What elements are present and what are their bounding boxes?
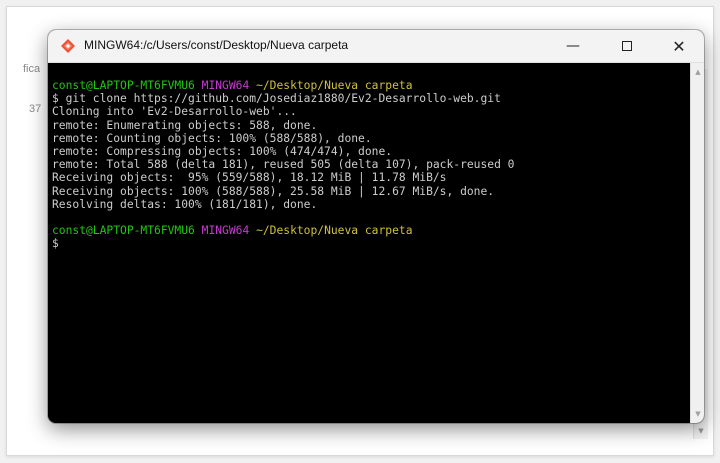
input-line[interactable]: $ [52, 237, 690, 250]
terminal-scrollbar[interactable]: ▲ ▼ [690, 63, 704, 423]
output-line: remote: Enumerating objects: 588, done. [52, 118, 318, 132]
prompt-user: const@LAPTOP-MT6FVMU6 [52, 224, 195, 238]
prompt-user: const@LAPTOP-MT6FVMU6 [52, 79, 195, 92]
output-line: remote: Total 588 (delta 181), reused 50… [52, 158, 515, 172]
prompt-path: ~/Desktop/Nueva carpeta [256, 224, 413, 238]
command-line: $ git clone https://github.com/Josediaz1… [52, 92, 501, 106]
minimize-icon: — [566, 38, 580, 54]
prompt-line: const@LAPTOP-MT6FVMU6 MINGW64 ~/Desktop/… [52, 79, 690, 92]
output-line: Resolving deltas: 100% (181/181), done. [52, 197, 318, 211]
output-line: Cloning into 'Ev2-Desarrollo-web'... [52, 105, 297, 119]
scroll-up-arrow-icon[interactable]: ▲ [691, 65, 704, 79]
maximize-button[interactable] [604, 30, 650, 62]
terminal-window[interactable]: MINGW64:/c/Users/const/Desktop/Nueva car… [48, 30, 704, 423]
terminal-output[interactable]: const@LAPTOP-MT6FVMU6 MINGW64 ~/Desktop/… [48, 63, 690, 423]
prompt-msystem: MINGW64 [201, 224, 250, 238]
close-button[interactable]: ✕ [656, 30, 702, 62]
background-text-fragment: fica [23, 63, 41, 75]
output-line: Receiving objects: 100% (588/588), 25.58… [52, 184, 495, 198]
output-line: remote: Compressing objects: 100% (474/4… [52, 144, 393, 158]
window-title: MINGW64:/c/Users/const/Desktop/Nueva car… [84, 38, 349, 52]
output-line: remote: Counting objects: 100% (588/588)… [52, 131, 372, 145]
title-bar[interactable]: MINGW64:/c/Users/const/Desktop/Nueva car… [48, 30, 704, 63]
scroll-down-arrow-icon[interactable]: ▼ [691, 407, 704, 421]
minimize-button[interactable]: — [550, 30, 596, 62]
git-bash-icon [61, 39, 75, 53]
prompt-msystem: MINGW64 [201, 79, 250, 92]
background-text-fragment: 37 [29, 103, 42, 115]
close-icon: ✕ [672, 36, 686, 56]
output-line: Receiving objects: 95% (559/588), 18.12 … [52, 171, 447, 185]
scroll-down-arrow-icon[interactable]: ▼ [694, 425, 708, 437]
maximize-icon [622, 41, 632, 51]
prompt-path: ~/Desktop/Nueva carpeta [256, 79, 413, 92]
prompt-line: const@LAPTOP-MT6FVMU6 MINGW64 ~/Desktop/… [52, 224, 690, 237]
